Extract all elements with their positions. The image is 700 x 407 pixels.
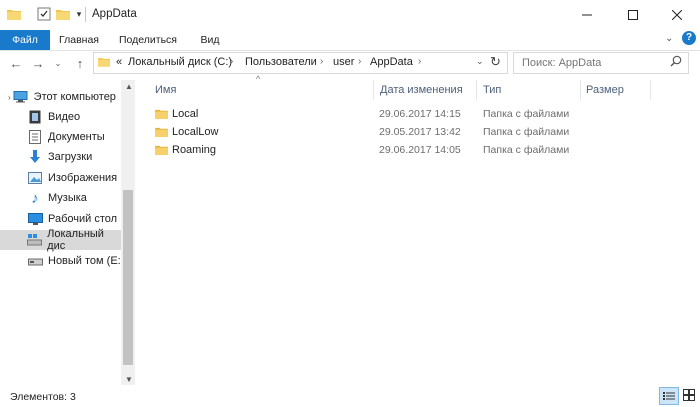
folder-icon — [6, 6, 22, 22]
tab-home[interactable]: Главная — [54, 30, 104, 50]
column-divider[interactable] — [476, 80, 477, 100]
documents-icon — [27, 130, 43, 144]
column-divider[interactable] — [580, 80, 581, 100]
breadcrumb-overflow[interactable]: « — [116, 56, 122, 68]
search-input[interactable] — [520, 56, 664, 70]
nav-item-label: Этот компьютер — [33, 91, 116, 103]
computer-icon — [13, 90, 29, 104]
sort-ascending-icon: ^ — [256, 74, 261, 84]
search-box[interactable] — [513, 52, 689, 74]
search-icon[interactable] — [670, 55, 682, 70]
properties-icon[interactable] — [36, 6, 52, 22]
column-divider[interactable] — [650, 80, 651, 100]
breadcrumb-separator[interactable]: › — [418, 56, 421, 67]
large-icons-view-button[interactable] — [680, 387, 698, 403]
nav-item-label: Загрузки — [48, 151, 93, 163]
tab-view[interactable]: Вид — [194, 30, 226, 50]
forward-button[interactable]: → — [30, 54, 46, 72]
breadcrumb-drive[interactable]: Локальный диск (C:) — [128, 56, 232, 68]
nav-item-this-pc[interactable]: › Этот компьютер — [0, 87, 129, 107]
nav-item-label: Локальный дис — [47, 228, 104, 252]
maximize-button[interactable] — [610, 0, 656, 30]
file-date: 29.06.2017 14:15 — [379, 108, 461, 120]
file-row[interactable]: Local 29.06.2017 14:15 Папка с файлами — [155, 106, 575, 124]
file-date: 29.06.2017 14:05 — [379, 144, 461, 156]
nav-item-label: Рабочий стол — [48, 213, 118, 225]
desktop-icon — [27, 212, 43, 226]
scroll-up-icon[interactable]: ▲ — [124, 82, 134, 91]
file-name: Roaming — [172, 144, 217, 156]
file-type: Папка с файлами — [483, 144, 570, 156]
breadcrumb-users[interactable]: Пользователи — [245, 56, 317, 68]
ribbon-bar — [0, 30, 700, 51]
scroll-down-icon[interactable]: ▼ — [124, 375, 134, 384]
address-folder-icon — [98, 56, 110, 70]
file-row[interactable]: LocalLow 29.05.2017 13:42 Папка с файлам… — [155, 124, 575, 142]
column-divider[interactable] — [373, 80, 374, 100]
details-view-button[interactable] — [659, 387, 679, 405]
breadcrumb-separator[interactable]: › — [358, 56, 361, 67]
nav-item-label: Изображения — [48, 172, 118, 184]
window-title: AppData — [92, 8, 137, 20]
help-icon[interactable]: ? — [682, 31, 696, 45]
pictures-icon — [27, 171, 43, 185]
folder-icon — [155, 108, 168, 122]
address-history-icon[interactable]: ⌄ — [476, 56, 484, 67]
folder-icon — [155, 126, 168, 140]
column-header-type[interactable]: Тип — [483, 84, 501, 96]
expand-ribbon-icon[interactable]: ⌄ — [665, 33, 673, 44]
minimize-button[interactable] — [564, 0, 610, 30]
nav-item-label: Музыка — [48, 192, 87, 204]
file-name: LocalLow — [172, 126, 219, 138]
breadcrumb-separator[interactable]: › — [320, 56, 323, 67]
breadcrumb-user[interactable]: user — [333, 56, 354, 68]
folder-icon — [155, 144, 168, 158]
tab-file[interactable]: Файл — [0, 30, 50, 50]
expand-arrow-icon[interactable]: › — [8, 93, 11, 102]
nav-item-label: Новый том (E:) — [48, 255, 125, 267]
status-item-count: Элементов: 3 — [10, 391, 76, 403]
file-date: 29.05.2017 13:42 — [379, 126, 461, 138]
file-name: Local — [172, 108, 199, 120]
download-icon — [27, 150, 43, 164]
new-folder-icon[interactable] — [55, 6, 71, 22]
drive-icon — [27, 254, 43, 268]
up-button[interactable]: ↑ — [72, 54, 88, 72]
music-icon: ♪ — [31, 189, 39, 207]
breadcrumb-separator[interactable]: › — [230, 56, 233, 67]
tab-share[interactable]: Поделиться — [116, 30, 180, 50]
nav-item-label: Видео — [48, 111, 81, 123]
back-button[interactable]: ← — [8, 54, 24, 72]
refresh-icon[interactable]: ↻ — [490, 54, 501, 70]
nav-item-local-disk[interactable]: Локальный дис — [0, 228, 121, 252]
nav-scrollbar-thumb[interactable] — [123, 190, 133, 365]
file-type: Папка с файлами — [483, 126, 570, 138]
video-icon — [27, 110, 43, 124]
file-type: Папка с файлами — [483, 108, 570, 120]
file-row[interactable]: Roaming 29.06.2017 14:05 Папка с файлами — [155, 142, 575, 160]
recent-locations-icon[interactable]: ⌄ — [50, 54, 66, 72]
close-button[interactable] — [654, 0, 700, 30]
breadcrumb-appdata[interactable]: AppData — [370, 56, 413, 68]
title-separator — [85, 7, 86, 22]
column-header-name[interactable]: Имя — [155, 84, 176, 96]
column-header-size[interactable]: Размер — [586, 84, 624, 96]
drive-icon — [27, 233, 43, 247]
column-header-date[interactable]: Дата изменения — [380, 84, 463, 96]
nav-item-label: Документы — [48, 131, 105, 143]
